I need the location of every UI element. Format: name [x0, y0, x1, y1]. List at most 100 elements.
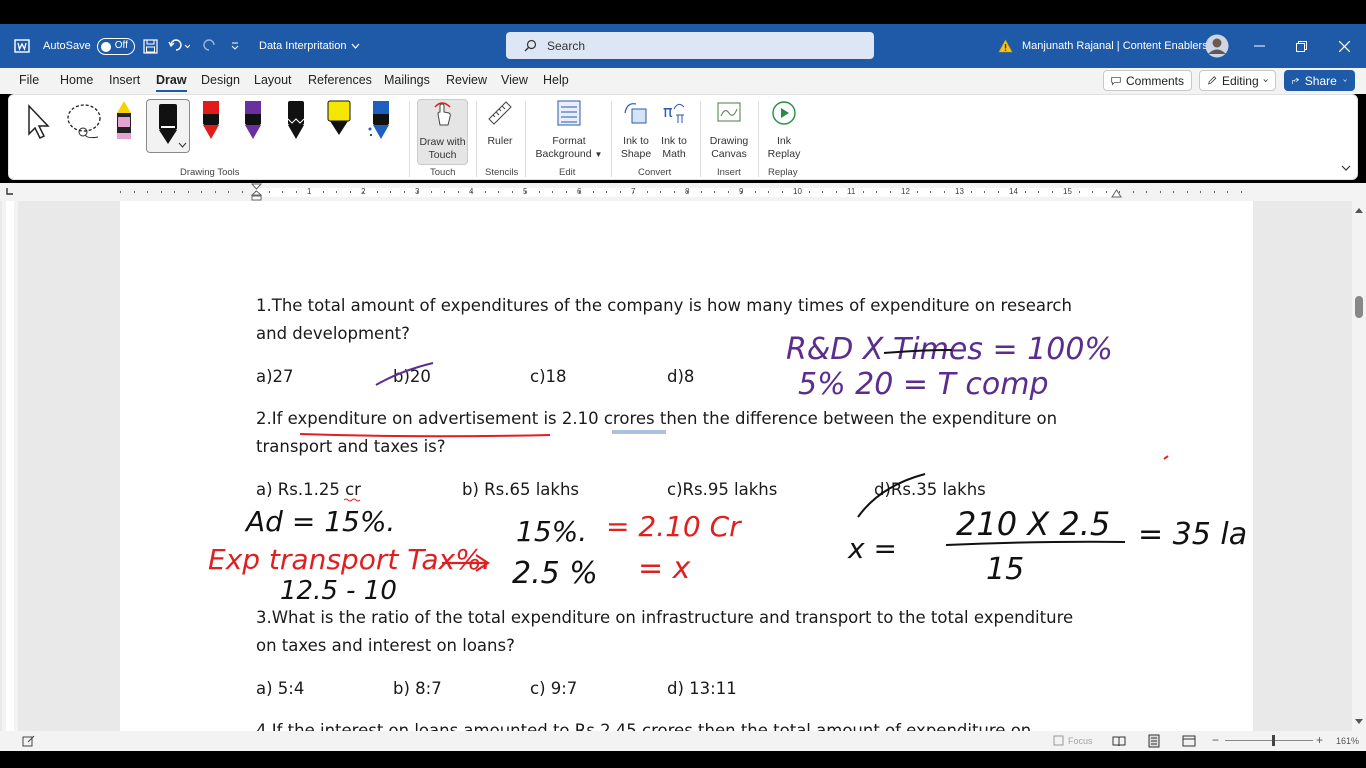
- scroll-up-icon[interactable]: [1354, 206, 1364, 214]
- group-label-stencils: Stencils: [485, 167, 519, 178]
- focus-label: Focus: [1068, 735, 1093, 746]
- ruler-tick: [998, 191, 999, 193]
- zoom-level[interactable]: 161%: [1336, 736, 1359, 746]
- vertical-scrollbar[interactable]: [1352, 201, 1366, 731]
- select-arrow-icon[interactable]: [23, 103, 53, 141]
- ruler-tick: [431, 191, 432, 193]
- tab-stop-icon[interactable]: [6, 187, 14, 195]
- ruler-tick: [795, 191, 796, 193]
- ruler-button[interactable]: Ruler: [482, 99, 518, 148]
- ruler-tick: [336, 191, 337, 193]
- tab-mailings[interactable]: Mailings: [384, 73, 430, 87]
- editing-mode-button[interactable]: Editing: [1199, 70, 1276, 91]
- drawing-canvas-label-2: Canvas: [711, 148, 747, 160]
- tab-file[interactable]: File: [19, 73, 39, 87]
- tab-references[interactable]: References: [308, 73, 372, 87]
- touch-hand-icon: [433, 102, 451, 126]
- tab-design[interactable]: Design: [201, 73, 240, 87]
- format-background-button[interactable]: Format Background ▼: [531, 99, 607, 161]
- ruler-tick: [1011, 191, 1012, 193]
- zoom-slider-thumb[interactable]: [1272, 735, 1275, 746]
- group-separator: [476, 101, 477, 177]
- search-input[interactable]: Search: [506, 32, 874, 59]
- group-label-drawing-tools: Drawing Tools: [180, 167, 240, 178]
- ruler-tick: [323, 191, 324, 193]
- horizontal-ruler[interactable]: 123456789101112131415: [0, 183, 1366, 201]
- restore-icon[interactable]: [1296, 24, 1307, 68]
- focus-button[interactable]: Focus: [1053, 735, 1093, 746]
- ink-overlay[interactable]: R&D X Times = 100% 5% 20 = T comp Ad = 1…: [120, 201, 1253, 731]
- zoom-in-icon[interactable]: +: [1316, 733, 1323, 747]
- autosave-toggle[interactable]: Off: [96, 37, 135, 55]
- tab-review[interactable]: Review: [446, 73, 487, 87]
- customize-qat-icon[interactable]: [231, 24, 239, 68]
- indent-marker-icon[interactable]: [251, 183, 262, 201]
- pencil-icon: [1207, 76, 1217, 85]
- autosave-label: AutoSave: [43, 40, 91, 52]
- print-layout-icon[interactable]: [1147, 734, 1161, 748]
- ink-to-math-button[interactable]: π Ink to Math: [657, 99, 691, 161]
- scrollbar-thumb[interactable]: [1355, 296, 1363, 318]
- ruler-tick: [863, 191, 864, 193]
- pen-black-selected[interactable]: [146, 99, 190, 153]
- minimize-icon[interactable]: [1254, 24, 1265, 68]
- share-button[interactable]: Share: [1284, 70, 1355, 91]
- document-title[interactable]: Data Interpritation: [259, 24, 360, 68]
- ink-to-shape-button[interactable]: Ink to Shape: [617, 99, 655, 161]
- tab-layout[interactable]: Layout: [254, 73, 292, 87]
- ruler-tick: [876, 191, 877, 193]
- web-layout-icon[interactable]: [1182, 735, 1196, 747]
- highlighter-icon[interactable]: [324, 99, 354, 143]
- ruler-tick: [1173, 191, 1174, 193]
- zoom-out-icon[interactable]: −: [1212, 733, 1219, 747]
- purple-pen-icon[interactable]: [242, 99, 264, 143]
- account-name[interactable]: Manjunath Rajanal | Content Enablers: [1022, 24, 1208, 68]
- group-label-touch: Touch: [430, 167, 456, 178]
- chevron-down-icon: [351, 43, 360, 49]
- autosave-control[interactable]: AutoSave Off: [43, 24, 135, 68]
- ruler-tick: [714, 191, 715, 193]
- ruler-tick: [836, 191, 837, 193]
- redo-icon[interactable]: [202, 24, 218, 68]
- tab-insert[interactable]: Insert: [109, 73, 140, 87]
- ruler-tick: [768, 191, 769, 193]
- galaxy-pen-icon[interactable]: [367, 99, 393, 143]
- close-icon[interactable]: [1339, 24, 1350, 68]
- scroll-down-icon[interactable]: [1354, 718, 1364, 726]
- tab-draw[interactable]: Draw: [156, 73, 187, 92]
- zoom-slider[interactable]: [1225, 740, 1313, 741]
- save-icon[interactable]: [143, 24, 158, 68]
- strike-d35-ink: [857, 473, 926, 518]
- app-window: AutoSave Off Data Interpritation Search …: [0, 0, 1366, 768]
- autosave-state: Off: [114, 39, 128, 51]
- ruler-tick: [1025, 191, 1026, 193]
- comments-button[interactable]: Comments: [1103, 70, 1192, 91]
- ink-replay-button[interactable]: Ink Replay: [763, 99, 805, 161]
- black-pencil-icon[interactable]: [285, 99, 307, 143]
- drawing-canvas-button[interactable]: Drawing Canvas: [706, 99, 752, 161]
- ruler-tick: [903, 191, 904, 193]
- read-mode-icon[interactable]: [1112, 735, 1126, 747]
- pencil-tool-icon[interactable]: [113, 99, 135, 143]
- warning-icon[interactable]: [998, 24, 1013, 68]
- right-indent-marker-icon[interactable]: [1111, 189, 1122, 199]
- tab-help[interactable]: Help: [543, 73, 569, 87]
- ruler-tick: [606, 191, 607, 193]
- editor-icon[interactable]: [22, 735, 35, 747]
- red-pen-icon[interactable]: [200, 99, 222, 143]
- tab-home[interactable]: Home: [60, 73, 93, 87]
- ruler-tick: [755, 191, 756, 193]
- avatar[interactable]: [1205, 24, 1229, 68]
- tab-view[interactable]: View: [501, 73, 528, 87]
- format-background-label-2: Background ▼: [535, 148, 603, 160]
- ink-2-5pct: 2.5 %: [512, 556, 598, 591]
- undo-icon[interactable]: [168, 24, 190, 68]
- lasso-select-icon[interactable]: [64, 101, 106, 141]
- vertical-ruler[interactable]: [2, 201, 18, 731]
- document-page[interactable]: 1.The total amount of expenditures of th…: [120, 201, 1253, 731]
- collapse-ribbon-icon[interactable]: [1341, 165, 1351, 172]
- ink-to-math-label-2: Math: [662, 148, 686, 160]
- ink-to-math-icon: π: [663, 102, 685, 123]
- ruler-tick: [566, 191, 567, 193]
- draw-with-touch-button[interactable]: Draw with Touch: [417, 99, 468, 165]
